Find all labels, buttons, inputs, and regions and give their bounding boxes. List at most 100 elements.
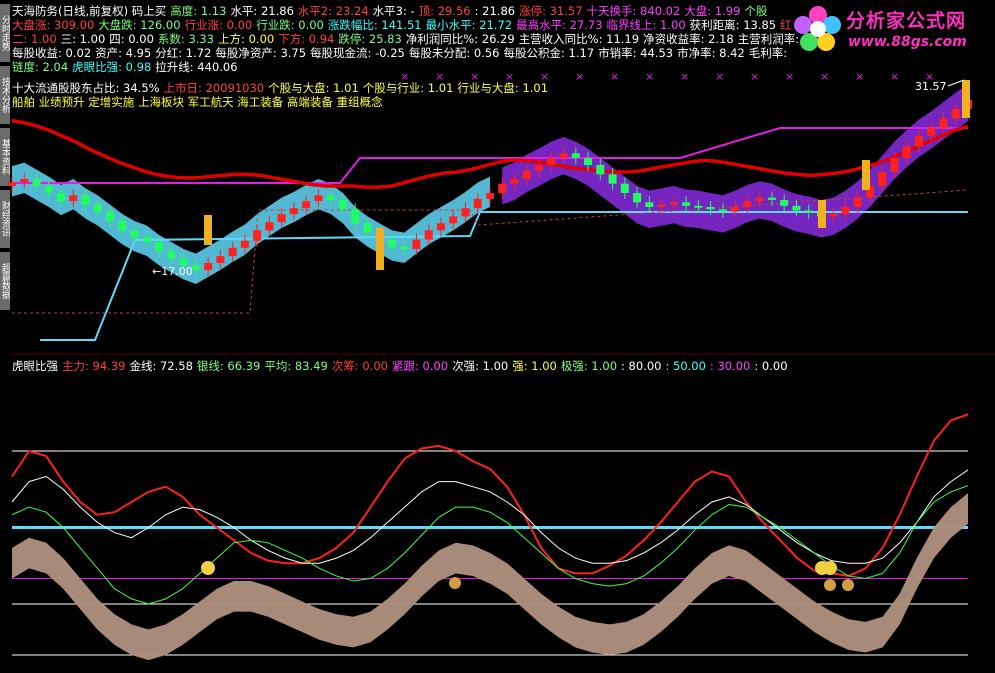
- low-price-label: ←17.00: [152, 265, 193, 278]
- signal-mark: ×: [890, 70, 899, 83]
- candle-body: [645, 202, 654, 207]
- header-value: 个股: [744, 4, 768, 18]
- candle-body: [522, 170, 531, 179]
- header-value: 每股净资产: 3.75: [215, 46, 307, 60]
- candle-body: [755, 197, 764, 202]
- header-value: 最高水平: 27.73: [516, 18, 603, 32]
- header-value: : 21.86: [474, 4, 516, 18]
- candle-body: [93, 204, 102, 212]
- breakout-bar: [818, 200, 826, 228]
- candle-body: [510, 178, 519, 184]
- candle-body: [829, 213, 838, 217]
- header-value: 系数: 3.33: [157, 32, 215, 46]
- signal-mark: ×: [925, 70, 934, 83]
- candle-body: [718, 209, 727, 212]
- candle-body: [412, 239, 421, 249]
- header-value: 红: [780, 18, 792, 32]
- header-value: 水平2: 23.24: [297, 4, 369, 18]
- candle-body: [939, 118, 948, 128]
- candle-body: [363, 223, 372, 233]
- header-value: 净资收益率: 2.18: [643, 32, 734, 46]
- signal-mark: ×: [645, 70, 654, 83]
- header-row: 大盘涨: 309.00 大盘跌: 126.00 行业涨: 0.00 行业跌: 0.00…: [12, 18, 796, 32]
- lower-indicator-header: 虎眼比强 主力: 94.39 金线: 72.58 银线: 66.39 平均: 83.49…: [12, 359, 792, 373]
- lower-header-value: : 30.00: [709, 359, 751, 373]
- candle-body: [780, 199, 789, 206]
- header-value: 大盘涨: 309.00: [12, 18, 95, 32]
- header-value: 个股与大盘: 1.01: [268, 81, 359, 95]
- header-value: 链度: 2.04: [12, 60, 69, 74]
- header-row: 链度: 2.04 虎眼比强: 0.98 拉升线: 440.06: [12, 60, 242, 74]
- lower-header-value: 紧跟: 0.00: [391, 359, 449, 373]
- header-value: 涨停: 31.57: [519, 4, 583, 18]
- signal-mark: ×: [610, 70, 619, 83]
- candle-body: [118, 220, 127, 231]
- breakout-bar: [962, 80, 970, 118]
- main-force-line: [11, 413, 969, 577]
- breakout-bar: [862, 160, 870, 190]
- candle-body: [216, 255, 225, 263]
- header-value: 毛利率:: [748, 46, 788, 60]
- candle-body: [44, 185, 53, 193]
- header-value: 船舶 业绩预升 定增实施 上海板块 军工航天 海工装备 高端装备 重组概念: [12, 95, 383, 109]
- header-value: 最小水平: 21.72: [425, 18, 513, 32]
- cyan-band: [12, 162, 490, 285]
- candle-body: [841, 206, 850, 214]
- candle-body: [338, 199, 347, 210]
- candle-body: [351, 209, 360, 224]
- signal-mark: ×: [575, 70, 584, 83]
- header-value: 四: 0.00: [109, 32, 154, 46]
- header-value: 上方: 0.00: [218, 32, 275, 46]
- candle-body: [436, 223, 445, 231]
- candle-body: [265, 222, 274, 231]
- header-value: 获利距离: 13.85: [689, 18, 777, 32]
- candle-body: [449, 216, 458, 224]
- header-value: 市销率: 44.53: [598, 46, 674, 60]
- candle-body: [657, 204, 666, 207]
- header-value: 个股与行业: 1.01: [362, 81, 454, 95]
- candle-body: [792, 205, 801, 211]
- candle-body: [890, 157, 899, 172]
- lower-header-value: 强: 1.00: [512, 359, 557, 373]
- header-value: 下方: 0.94: [278, 32, 335, 46]
- candle-body: [191, 265, 200, 270]
- header-value: 三: 1.00: [60, 32, 106, 46]
- breakout-bar: [376, 228, 384, 270]
- candle-body: [155, 241, 164, 252]
- candle-body: [596, 164, 605, 175]
- header-row: 二: 1.00 三: 1.00 四: 0.00 系数: 3.33 上方: 0.00 下方:…: [12, 32, 803, 46]
- money-bag-icon: [449, 577, 461, 589]
- header-value: 水平: 21.86: [230, 4, 294, 18]
- money-bag-icon: [824, 579, 836, 591]
- candle-body: [289, 208, 298, 214]
- candle-body: [535, 164, 544, 171]
- candle-body: [498, 183, 507, 193]
- header-value: 每股收益: 0.02: [12, 46, 92, 60]
- candle-body: [878, 171, 887, 186]
- candle-body: [314, 195, 323, 202]
- header-value: 行业涨: 0.00: [184, 18, 253, 32]
- header-value: 跌停: 25.83: [338, 32, 402, 46]
- header-value: 大盘跌: 126.00: [98, 18, 181, 32]
- candle-body: [387, 239, 396, 247]
- lower-header-value: 主力: 94.39: [62, 359, 126, 373]
- header-value: 临界线上: 1.00: [606, 18, 686, 32]
- candle-body: [81, 195, 90, 205]
- lower-header-value: : 50.00: [665, 359, 706, 373]
- header-value: 分红: 1.72: [155, 46, 212, 60]
- signal-mark: ×: [750, 70, 759, 83]
- candle-body: [620, 183, 629, 193]
- signal-mark: ×: [855, 70, 864, 83]
- candle-body: [767, 197, 776, 200]
- lower-header-value: 极强: 1.00: [560, 359, 618, 373]
- header-value: 每股未分配: 0.56: [408, 46, 500, 60]
- breakout-bar: [204, 215, 212, 245]
- lower-header-value: : 80.00: [621, 359, 662, 373]
- candle-body: [486, 192, 494, 199]
- candle-body: [608, 174, 617, 184]
- header-value: 净利润同比%: 26.29: [405, 32, 515, 46]
- header-value: 二: 1.00: [12, 32, 57, 46]
- candle-body: [559, 153, 568, 158]
- candle-body: [914, 135, 923, 147]
- header-value: 每股现金流: -0.25: [310, 46, 405, 60]
